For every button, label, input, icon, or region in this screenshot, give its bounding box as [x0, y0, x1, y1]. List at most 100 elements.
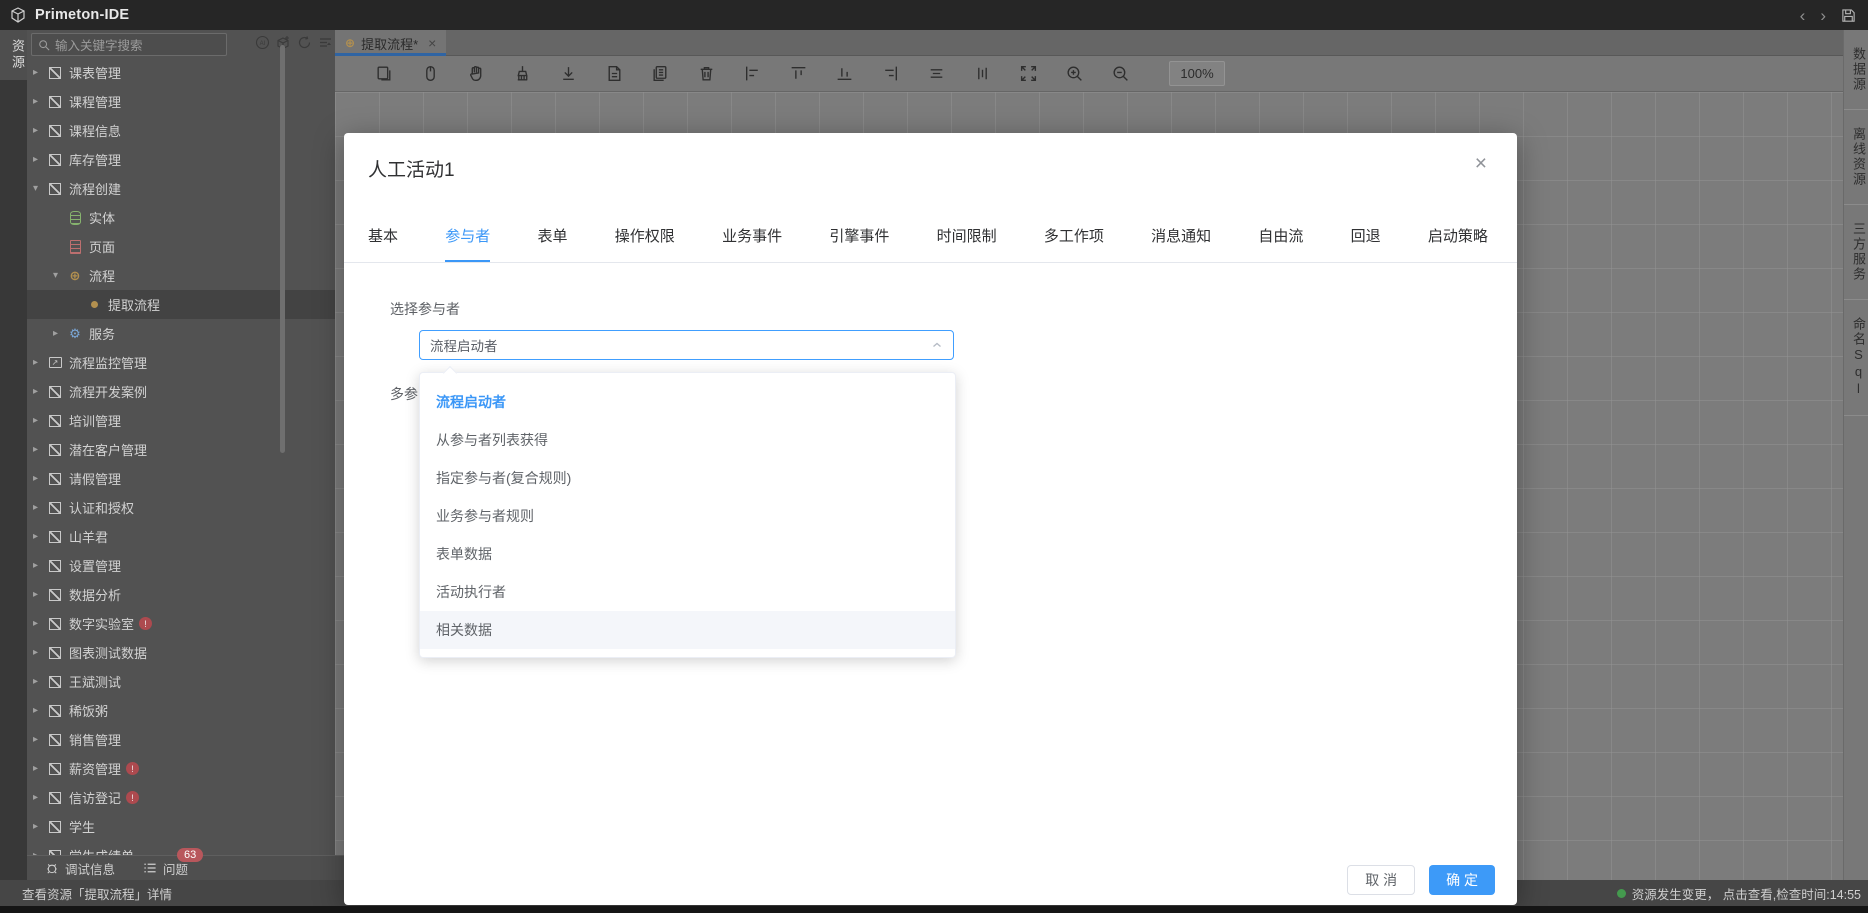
dialog-tab[interactable]: 表单 [538, 225, 568, 262]
expand-arrow-icon[interactable] [33, 821, 47, 832]
tree-item[interactable]: 实体 [27, 203, 335, 232]
align-right-icon[interactable] [881, 64, 900, 83]
nav-forward-icon[interactable]: › [1820, 7, 1826, 24]
tree-item[interactable]: 流程开发案例 [27, 377, 335, 406]
tree-item[interactable]: 课程信息 [27, 116, 335, 145]
dialog-tab[interactable]: 启动策略 [1428, 225, 1488, 262]
tree-item[interactable]: 图表测试数据 [27, 638, 335, 667]
expand-arrow-icon[interactable] [33, 444, 47, 455]
fit-view-icon[interactable] [1019, 64, 1038, 83]
tree-item[interactable]: 提取流程 [27, 290, 335, 319]
ai-icon[interactable]: AI [255, 35, 270, 50]
dropdown-option[interactable]: 活动执行者 [420, 573, 955, 611]
tree-item[interactable]: 稀饭粥 [27, 696, 335, 725]
tree-item[interactable]: 课表管理 [27, 58, 335, 87]
tree-item[interactable]: 课程管理 [27, 87, 335, 116]
right-rail-tab[interactable]: 命名Sql [1844, 300, 1868, 416]
align-center-vertical-icon[interactable] [973, 64, 992, 83]
dropdown-option[interactable]: 相关数据 [420, 611, 955, 649]
tree-item[interactable]: 流程监控管理 [27, 348, 335, 377]
tree-item[interactable]: 培训管理 [27, 406, 335, 435]
dropdown-option[interactable]: 业务参与者规则 [420, 497, 955, 535]
dialog-tab[interactable]: 多工作项 [1044, 225, 1104, 262]
dialog-close-icon[interactable] [1475, 153, 1487, 174]
dialog-tab[interactable]: 基本 [368, 225, 398, 262]
zoom-in-icon[interactable] [1065, 64, 1084, 83]
tree-item[interactable]: 信访登记 ! [27, 783, 335, 812]
save-icon[interactable] [1841, 8, 1856, 23]
expand-arrow-icon[interactable] [33, 792, 47, 803]
expand-arrow-icon[interactable] [33, 67, 47, 78]
expand-arrow-icon[interactable] [33, 560, 47, 571]
tree-item[interactable]: 流程创建 [27, 174, 335, 203]
dropdown-option[interactable]: 流程启动者 [420, 383, 955, 421]
zoom-out-icon[interactable] [1111, 64, 1130, 83]
participant-select[interactable]: 流程启动者 [419, 330, 954, 360]
tree-item[interactable]: 库存管理 [27, 145, 335, 174]
dropdown-option[interactable]: 从参与者列表获得 [420, 421, 955, 459]
tree-item[interactable]: 山羊君 [27, 522, 335, 551]
dialog-tab[interactable]: 引擎事件 [829, 225, 889, 262]
tree-item[interactable]: 薪资管理 ! [27, 754, 335, 783]
nav-back-icon[interactable]: ‹ [1800, 7, 1806, 24]
sidebar-scrollbar[interactable] [280, 45, 285, 453]
expand-arrow-icon[interactable] [33, 618, 47, 629]
tree-item[interactable]: 数字实验室 ! [27, 609, 335, 638]
tree-item[interactable]: 王斌测试 [27, 667, 335, 696]
dialog-tab[interactable]: 业务事件 [722, 225, 782, 262]
align-top-icon[interactable] [789, 64, 808, 83]
clean-icon[interactable] [513, 64, 532, 83]
delete-icon[interactable] [697, 64, 716, 83]
align-left-icon[interactable] [743, 64, 762, 83]
expand-arrow-icon[interactable] [33, 183, 47, 194]
tree-item[interactable]: 销售管理 [27, 725, 335, 754]
dialog-tab[interactable]: 消息通知 [1151, 225, 1211, 262]
dropdown-option[interactable]: 表单数据 [420, 535, 955, 573]
expand-arrow-icon[interactable] [33, 386, 47, 397]
expand-arrow-icon[interactable] [33, 125, 47, 136]
tree-item[interactable]: 认证和授权 [27, 493, 335, 522]
resource-change-notice[interactable]: 资源发生变更， 点击查看,检查时间:14:55 [1617, 884, 1861, 903]
dialog-tab[interactable]: 参与者 [445, 225, 490, 262]
clone-icon[interactable] [375, 64, 394, 83]
right-rail-tab[interactable]: 三方服务 [1844, 205, 1868, 300]
tree-item[interactable]: 服务 [27, 319, 335, 348]
expand-arrow-icon[interactable] [33, 589, 47, 600]
right-rail-tab[interactable]: 数据源 [1844, 30, 1868, 110]
document-icon[interactable] [605, 64, 624, 83]
tree-item[interactable]: 潜在客户管理 [27, 435, 335, 464]
expand-arrow-icon[interactable] [33, 531, 47, 542]
tree-item[interactable]: 学生 [27, 812, 335, 841]
confirm-button[interactable]: 确 定 [1429, 865, 1495, 895]
expand-arrow-icon[interactable] [33, 705, 47, 716]
expand-arrow-icon[interactable] [33, 676, 47, 687]
tree-item[interactable]: 页面 [27, 232, 335, 261]
expand-arrow-icon[interactable] [33, 647, 47, 658]
expand-arrow-icon[interactable] [53, 270, 67, 281]
dropdown-option[interactable]: 指定参与者(复合规则) [420, 459, 955, 497]
align-bottom-icon[interactable] [835, 64, 854, 83]
zoom-level[interactable]: 100% [1169, 61, 1225, 86]
search-input[interactable]: 输入关键字搜索 [31, 33, 227, 56]
expand-arrow-icon[interactable] [53, 328, 67, 339]
cancel-button[interactable]: 取 消 [1347, 865, 1415, 895]
expand-arrow-icon[interactable] [33, 357, 47, 368]
debug-info-button[interactable]: 调试信息 [45, 859, 115, 878]
rail-tab-resources[interactable]: 资源 [0, 30, 27, 80]
hand-icon[interactable] [467, 64, 486, 83]
tree-item[interactable]: 数据分析 [27, 580, 335, 609]
copy-document-icon[interactable] [651, 64, 670, 83]
expand-arrow-icon[interactable] [33, 154, 47, 165]
sort-icon[interactable] [318, 35, 333, 50]
expand-arrow-icon[interactable] [33, 763, 47, 774]
align-center-horizontal-icon[interactable] [927, 64, 946, 83]
right-rail-tab[interactable]: 离线资源 [1844, 110, 1868, 205]
dialog-tab[interactable]: 时间限制 [937, 225, 997, 262]
export-icon[interactable] [559, 64, 578, 83]
editor-tab-active[interactable]: 提取流程* [335, 30, 446, 56]
dialog-tab[interactable]: 自由流 [1258, 225, 1303, 262]
tree-item[interactable]: 设置管理 [27, 551, 335, 580]
expand-arrow-icon[interactable] [33, 473, 47, 484]
expand-arrow-icon[interactable] [33, 502, 47, 513]
expand-arrow-icon[interactable] [33, 96, 47, 107]
